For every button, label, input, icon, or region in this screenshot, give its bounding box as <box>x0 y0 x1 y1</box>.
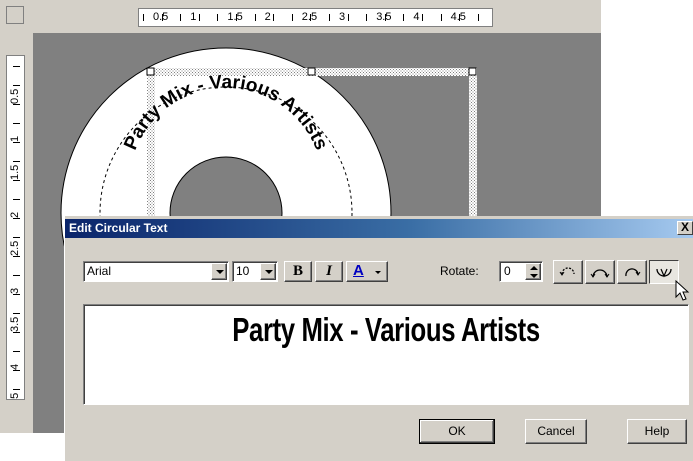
ruler-tick <box>143 14 144 21</box>
ruler-tick <box>13 199 20 200</box>
arc-inside-icon <box>656 268 672 278</box>
ruler-tick <box>13 294 20 295</box>
ruler-label: 1 <box>9 135 21 142</box>
ruler-tick <box>273 14 275 21</box>
ruler-tick <box>13 85 20 86</box>
ruler-tick <box>440 14 442 21</box>
rotate-clockwise-button[interactable] <box>617 260 647 284</box>
ruler-tick <box>13 370 20 371</box>
font-size-select[interactable]: 10 <box>232 261 278 282</box>
help-button[interactable]: Help <box>627 419 687 444</box>
cancel-button[interactable]: Cancel <box>525 419 587 444</box>
ruler-label: 2.5 <box>9 240 21 256</box>
ruler-tick <box>422 14 423 21</box>
ruler-label: 4.5 <box>450 11 466 23</box>
font-select[interactable]: Arial <box>83 261 229 282</box>
ruler-tick <box>13 161 20 162</box>
arc-top-icon <box>590 269 610 278</box>
text-preview-box[interactable]: Party Mix - Various Artists <box>83 304 689 405</box>
ruler-tick <box>347 14 349 21</box>
ruler-label: 4 <box>413 11 420 23</box>
ruler-tick <box>180 14 182 21</box>
ruler-tick <box>329 14 330 21</box>
font-select-value: Arial <box>87 264 112 278</box>
preview-text: Party Mix - Various Artists <box>232 311 540 348</box>
ruler-tick <box>13 104 20 105</box>
ruler-tick <box>13 256 20 257</box>
ruler-tick <box>13 66 20 67</box>
rotate-ccw-icon <box>559 267 575 276</box>
rotate-cw-icon <box>625 268 641 277</box>
ruler-tick <box>13 275 20 276</box>
text-color-icon: A <box>353 262 364 279</box>
ruler-label: 3 <box>9 287 21 294</box>
top-ruler: 0.5 1 1.5 2 2.5 3 3.5 4 4.5 <box>138 8 493 27</box>
text-top-arc-button[interactable] <box>585 260 615 284</box>
ruler-corner <box>0 0 33 33</box>
ruler-tick <box>291 14 293 21</box>
ruler-tick <box>13 180 20 181</box>
caret-down-icon <box>375 271 381 274</box>
ruler-label: 1.5 <box>9 164 21 180</box>
spin-down-icon[interactable] <box>530 274 538 278</box>
rotate-spinner[interactable] <box>525 263 541 280</box>
ruler-tick <box>13 142 20 143</box>
ruler-label: 1.5 <box>227 11 243 23</box>
handle-top-right[interactable] <box>468 67 477 76</box>
ruler-label: 1 <box>190 11 197 23</box>
ruler-label: 3.5 <box>376 11 392 23</box>
font-size-value: 10 <box>236 264 250 278</box>
chevron-down-icon[interactable] <box>260 263 276 280</box>
ruler-label: 0.5 <box>153 11 169 23</box>
ruler-tick <box>13 332 20 333</box>
ruler-tick <box>366 14 368 21</box>
ruler-label: 2 <box>264 11 271 23</box>
ruler-label: 0.5 <box>9 88 21 104</box>
rotate-label: Rotate: <box>440 264 479 278</box>
ruler-label: 3.5 <box>9 316 21 332</box>
close-button[interactable]: X <box>677 221 693 235</box>
ruler-tick <box>13 389 20 390</box>
ruler-label: 2 <box>9 211 21 218</box>
ruler-tick <box>217 14 219 21</box>
ruler-corner-box <box>6 6 24 24</box>
ruler-tick <box>13 313 20 314</box>
ruler-label: 4.5 <box>9 393 21 399</box>
chevron-down-icon[interactable] <box>211 263 227 280</box>
ruler-label: 3 <box>339 11 346 23</box>
ruler-label: 2.5 <box>301 11 318 23</box>
ruler-tick <box>13 351 20 352</box>
ok-button[interactable]: OK <box>419 419 495 444</box>
ruler-tick <box>13 218 20 219</box>
ruler-tick <box>13 123 20 124</box>
left-ruler: 0.5 1 1.5 2 2.5 3 3.5 4 4.5 <box>6 55 25 400</box>
text-color-button[interactable]: A <box>346 261 388 282</box>
handle-top-left[interactable] <box>146 67 155 76</box>
mouse-pointer-icon <box>675 280 690 301</box>
dialog-titlebar[interactable]: Edit Circular Text X <box>65 219 693 238</box>
ruler-tick <box>254 14 256 21</box>
edit-circular-text-dialog: Edit Circular Text X Arial 10 B I A Rota… <box>64 216 693 461</box>
rotate-input[interactable]: 0 <box>499 261 543 282</box>
ruler-tick <box>477 14 479 21</box>
spin-up-icon[interactable] <box>530 266 538 270</box>
ruler-tick <box>403 14 405 21</box>
bold-button[interactable]: B <box>284 261 312 282</box>
ruler-label: 4 <box>9 363 21 370</box>
ruler-tick <box>198 14 200 21</box>
dialog-title: Edit Circular Text <box>69 221 168 235</box>
italic-button[interactable]: I <box>315 261 343 282</box>
ruler-tick <box>13 237 20 238</box>
rotate-value: 0 <box>504 264 511 278</box>
handle-top-middle[interactable] <box>307 67 316 76</box>
rotate-counterclockwise-button[interactable] <box>553 260 583 284</box>
